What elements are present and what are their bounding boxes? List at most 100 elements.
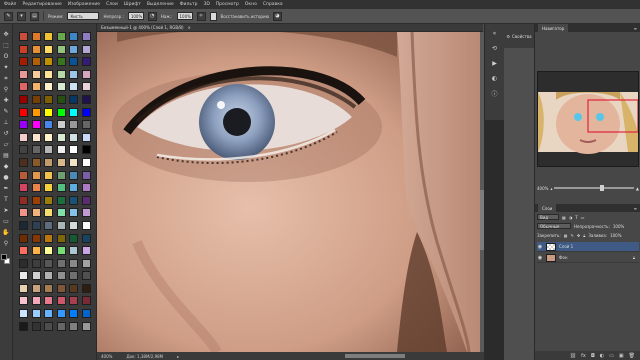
color-swatch[interactable] <box>81 57 91 67</box>
healing-icon[interactable]: ✚ <box>2 96 11 105</box>
color-swatch[interactable] <box>44 258 54 268</box>
color-swatch[interactable] <box>19 195 28 205</box>
color-swatch[interactable] <box>44 170 54 180</box>
color-swatch[interactable] <box>19 220 28 230</box>
color-swatch[interactable] <box>69 233 79 243</box>
menu-item[interactable]: Выделение <box>147 2 174 7</box>
color-swatch[interactable] <box>19 296 28 306</box>
color-swatch[interactable] <box>19 233 28 243</box>
color-swatch[interactable] <box>56 271 66 281</box>
color-swatch[interactable] <box>19 120 28 130</box>
color-swatch[interactable] <box>69 271 79 281</box>
color-swatch[interactable] <box>19 309 28 319</box>
document-tab[interactable]: Безымянный-1 @ 400% (Слой 1, RGB/8) × <box>97 24 483 32</box>
stamp-icon[interactable]: ⊥ <box>2 118 11 127</box>
color-swatch[interactable] <box>44 208 54 218</box>
tab-layers[interactable]: Слои <box>538 204 557 212</box>
zoom-in-icon[interactable]: ▲ <box>636 186 639 191</box>
color-swatch[interactable] <box>31 94 41 104</box>
layer-row[interactable]: ◉ Слой 1 <box>537 242 639 252</box>
color-swatch[interactable] <box>69 246 79 256</box>
layer-row[interactable]: ◉ Фон 🔒︎ <box>537 253 639 263</box>
color-swatch[interactable] <box>69 44 79 54</box>
airbrush-icon[interactable]: ✧ <box>196 11 206 21</box>
color-swatch[interactable] <box>69 145 79 155</box>
gradient-icon[interactable]: ▤ <box>2 151 11 160</box>
color-swatch[interactable] <box>19 145 28 155</box>
pen-icon[interactable]: ✒ <box>2 184 11 193</box>
color-swatch[interactable] <box>69 82 79 92</box>
adjustment-layer-icon[interactable]: ◐ <box>600 353 604 359</box>
color-swatch[interactable] <box>44 195 54 205</box>
color-swatch[interactable] <box>81 246 91 256</box>
color-swatch[interactable] <box>56 246 66 256</box>
color-swatch[interactable] <box>19 107 28 117</box>
menu-item[interactable]: Окно <box>245 2 257 7</box>
color-swatch[interactable] <box>81 321 91 331</box>
color-swatch[interactable] <box>69 220 79 230</box>
horizontal-scroll-thumb[interactable] <box>345 354 405 358</box>
color-swatch[interactable] <box>31 321 41 331</box>
zoom-value[interactable]: 400% <box>101 354 112 359</box>
navigator-thumbnail[interactable] <box>537 71 639 167</box>
color-swatch[interactable] <box>19 246 28 256</box>
color-swatch[interactable] <box>81 82 91 92</box>
color-swatch[interactable] <box>56 145 66 155</box>
brush-tool-preset-icon[interactable]: ✎ <box>4 11 13 21</box>
visibility-eye-icon[interactable]: ◉ <box>537 244 543 250</box>
color-swatch[interactable] <box>69 183 79 193</box>
color-swatch[interactable] <box>31 296 41 306</box>
fx-icon[interactable]: fx <box>581 353 586 359</box>
menu-item[interactable]: Слои <box>106 2 118 7</box>
color-swatch[interactable] <box>56 157 66 167</box>
color-swatch[interactable] <box>31 271 41 281</box>
crop-icon[interactable]: ⌗ <box>2 74 11 83</box>
status-arrow-icon[interactable]: ▸ <box>177 354 179 359</box>
zoom-out-icon[interactable]: ▴ <box>550 186 552 191</box>
color-swatch[interactable] <box>19 183 28 193</box>
color-swatch[interactable] <box>44 145 54 155</box>
color-swatch[interactable] <box>81 69 91 79</box>
color-swatch[interactable] <box>69 120 79 130</box>
color-swatch[interactable] <box>44 183 54 193</box>
color-swatch[interactable] <box>19 32 28 41</box>
color-swatch[interactable] <box>31 57 41 67</box>
lock-brush-icon[interactable]: ✎ <box>570 233 573 238</box>
color-swatch[interactable] <box>81 258 91 268</box>
color-swatch[interactable] <box>81 132 91 142</box>
menu-item[interactable]: 3D <box>203 2 209 7</box>
visibility-eye-icon[interactable]: ◉ <box>537 255 543 261</box>
color-swatch[interactable] <box>44 271 54 281</box>
zoom-icon[interactable]: ⚲ <box>2 239 11 248</box>
color-swatch[interactable] <box>19 283 28 293</box>
color-swatch[interactable] <box>31 132 41 142</box>
color-swatch[interactable] <box>19 170 28 180</box>
adjustments-icon[interactable]: ◐ <box>490 73 500 83</box>
color-swatch[interactable] <box>44 94 54 104</box>
filter-type-icon[interactable]: T <box>575 215 577 220</box>
eyedropper-icon[interactable]: ⚲ <box>2 85 11 94</box>
color-swatch[interactable] <box>56 132 66 142</box>
brush-icon[interactable]: ✎ <box>2 107 11 116</box>
filter-adjust-icon[interactable]: ◑ <box>569 215 573 220</box>
color-swatch[interactable] <box>19 258 28 268</box>
color-swatch[interactable] <box>56 296 66 306</box>
dodge-icon[interactable]: ● <box>2 173 11 182</box>
color-swatch[interactable] <box>69 94 79 104</box>
color-swatch[interactable] <box>31 309 41 319</box>
color-swatch[interactable] <box>56 120 66 130</box>
color-swatch[interactable] <box>19 208 28 218</box>
color-swatch[interactable] <box>44 107 54 117</box>
menu-item[interactable]: Файл <box>4 2 16 7</box>
color-swatch[interactable] <box>56 82 66 92</box>
pressure-opacity-icon[interactable]: ◔ <box>147 11 157 21</box>
layer-opacity-value[interactable]: 100% <box>613 224 624 229</box>
shape-icon[interactable]: ▭ <box>2 217 11 226</box>
color-swatch[interactable] <box>56 309 66 319</box>
group-icon[interactable]: ▭ <box>609 353 614 359</box>
color-swatch[interactable] <box>56 94 66 104</box>
color-swatch[interactable] <box>56 195 66 205</box>
new-layer-icon[interactable]: ▣ <box>619 353 624 359</box>
color-swatch[interactable] <box>69 57 79 67</box>
move-icon[interactable]: ✥ <box>2 30 11 39</box>
